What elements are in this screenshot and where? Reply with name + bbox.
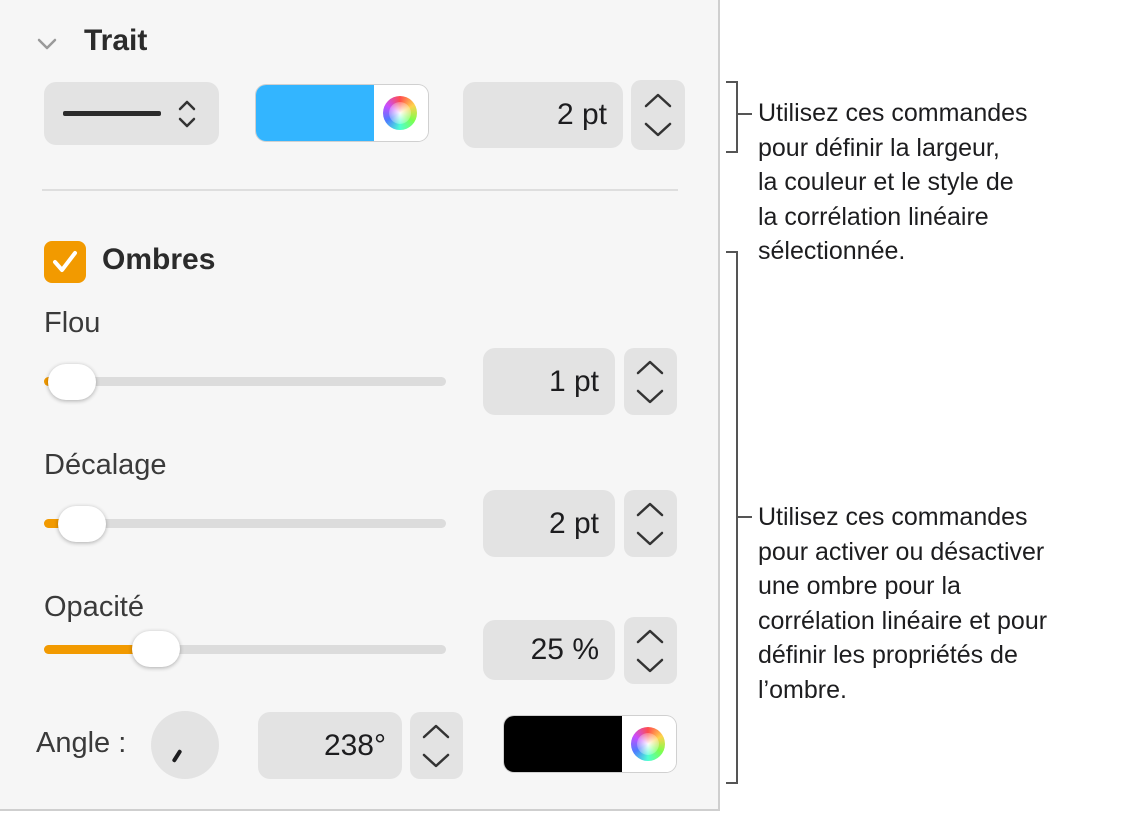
line-style-preview	[63, 111, 161, 116]
annotation-line: sélectionnée.	[758, 237, 906, 265]
chevron-down-icon[interactable]	[36, 36, 58, 52]
annotation-line: pour activer ou désactiver	[758, 537, 1045, 566]
shadow-color-picker-button[interactable]	[622, 716, 676, 772]
blur-value-field[interactable]: 1 pt	[483, 348, 615, 415]
color-wheel-icon	[383, 96, 417, 130]
format-panel: Trait 2 pt Ombres Flou 1 pt Décalage 2 p…	[0, 0, 720, 811]
stepper-arrows-icon	[636, 629, 664, 673]
stroke-annotation-text: Utilisez ces commandes pour définir la l…	[758, 96, 1028, 269]
angle-label: Angle :	[36, 727, 127, 759]
annotation-line: pour définir la largeur,	[758, 133, 1000, 162]
opacity-label: Opacité	[44, 591, 144, 623]
stroke-width-stepper[interactable]	[631, 80, 685, 150]
annotation-line: une ombre pour la	[758, 572, 961, 600]
blur-stepper[interactable]	[624, 348, 677, 415]
section-title-shadow: Ombres	[102, 243, 216, 276]
shadow-annotation-text: Utilisez ces commandes pour activer ou d…	[758, 500, 1047, 707]
shadow-annotation-tick	[738, 516, 752, 518]
checkmark-icon	[53, 251, 77, 272]
stroke-color-well[interactable]	[256, 85, 428, 141]
stroke-color-fill	[256, 85, 374, 141]
stepper-arrows-icon	[422, 724, 450, 768]
shadow-color-fill	[504, 716, 622, 772]
blur-label: Flou	[44, 307, 101, 339]
opacity-slider-knob[interactable]	[132, 631, 180, 667]
angle-dial[interactable]	[151, 711, 219, 779]
offset-label: Décalage	[44, 449, 167, 481]
stroke-color-picker-button[interactable]	[374, 85, 428, 141]
section-divider	[42, 189, 678, 191]
stepper-arrows-icon	[636, 360, 664, 404]
blur-slider[interactable]	[44, 377, 446, 386]
annotation-line: la corrélation linéaire	[758, 202, 989, 231]
offset-slider-knob[interactable]	[58, 506, 106, 542]
offset-value-field[interactable]: 2 pt	[483, 490, 615, 557]
line-style-popup[interactable]	[44, 82, 219, 145]
annotation-line: Utilisez ces commandes	[758, 99, 1028, 127]
stroke-annotation-tick	[738, 113, 752, 115]
stroke-width-field[interactable]: 2 pt	[463, 82, 623, 148]
stepper-arrows-icon	[644, 93, 672, 137]
angle-stepper[interactable]	[410, 712, 463, 779]
stepper-arrows-icon	[636, 502, 664, 546]
annotation-line: définir les propriétés de	[758, 641, 1018, 669]
opacity-slider[interactable]	[44, 645, 446, 654]
annotation-line: l’ombre.	[758, 675, 847, 704]
annotation-line: la couleur et le style de	[758, 168, 1014, 196]
stroke-annotation-bracket	[726, 81, 738, 153]
annotation-line: Utilisez ces commandes	[758, 503, 1028, 531]
color-wheel-icon	[631, 727, 665, 761]
shadow-annotation-bracket	[726, 251, 738, 784]
section-title-stroke: Trait	[84, 24, 148, 57]
shadow-color-well[interactable]	[504, 716, 676, 772]
opacity-value-field[interactable]: 25 %	[483, 620, 615, 680]
offset-stepper[interactable]	[624, 490, 677, 557]
up-down-chevron-icon	[178, 100, 196, 128]
annotation-line: corrélation linéaire et pour	[758, 606, 1048, 635]
shadow-checkbox[interactable]	[44, 241, 86, 283]
blur-slider-knob[interactable]	[48, 364, 96, 400]
angle-value-field[interactable]: 238°	[258, 712, 402, 779]
opacity-stepper[interactable]	[624, 617, 677, 684]
angle-indicator	[171, 749, 183, 763]
